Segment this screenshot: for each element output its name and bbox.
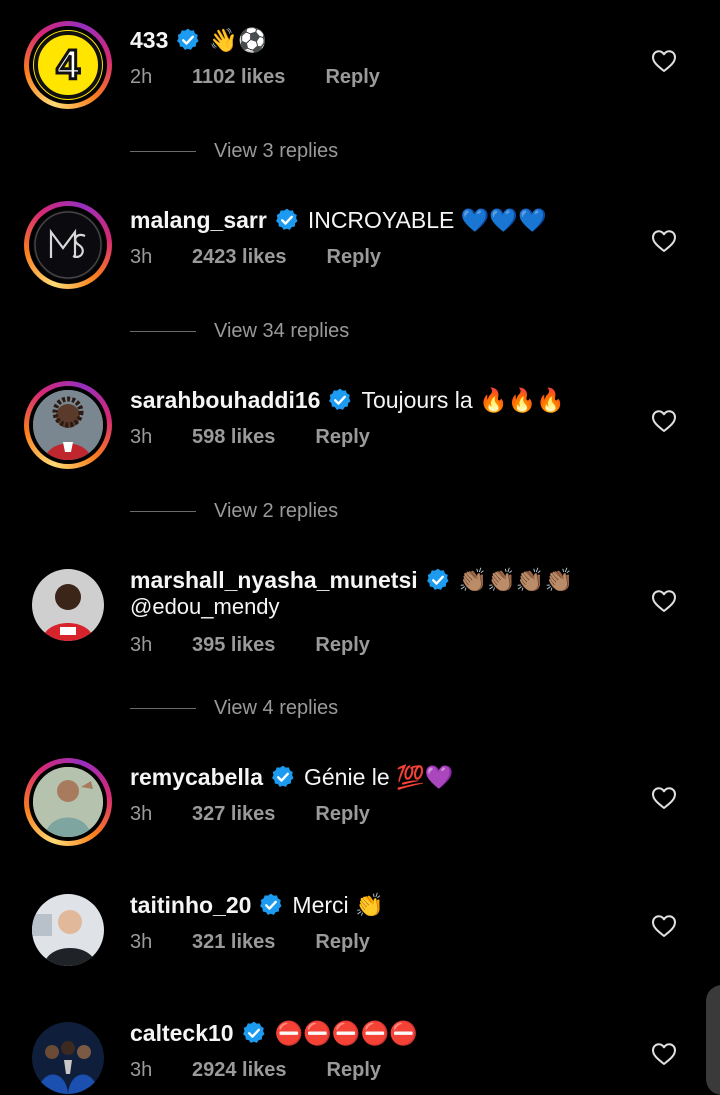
divider [130,331,196,332]
person-photo-icon [32,569,104,641]
logo-433-icon: 4 [34,31,102,99]
reply-button[interactable]: Reply [315,633,369,657]
comment-text: Merci 👏 [292,892,384,918]
comment-meta: 3h 2423 likes Reply [130,245,381,269]
reply-button[interactable]: Reply [325,65,379,89]
comment-time: 3h [130,1059,153,1081]
comment-meta: 3h 395 likes Reply [130,633,370,657]
verified-badge-icon [241,1020,267,1046]
view-replies-label: View 3 replies [214,140,339,162]
avatar[interactable] [32,569,104,641]
comment-meta: 2h 1102 likes Reply [130,65,380,89]
view-replies-label: View 4 replies [214,697,339,719]
username-link[interactable]: sarahbouhaddi16 [130,385,320,415]
username-link[interactable]: marshall_nyasha_munetsi [130,565,418,595]
reply-button[interactable]: Reply [327,245,381,269]
avatar[interactable] [24,381,112,469]
comment-header: remycabella Génie le 💯💜 [130,762,453,792]
view-replies-button[interactable]: View 4 replies [130,697,338,720]
ms-monogram-icon [34,211,102,279]
avatar[interactable] [32,1022,104,1094]
divider [130,151,196,152]
comment-time: 3h [130,246,153,268]
reply-button[interactable]: Reply [315,802,369,826]
avatar[interactable] [32,894,104,966]
username-link[interactable]: 433 [130,25,168,55]
avatar[interactable]: 4 [24,21,112,109]
comment-meta: 3h 327 likes Reply [130,802,370,826]
comment-text: Génie le 💯💜 [303,764,454,790]
team-photo-icon [32,1022,104,1094]
likes-count[interactable]: 327 likes [192,802,275,826]
verified-badge-icon [175,27,201,53]
username-link[interactable]: malang_sarr [130,205,267,235]
likes-count[interactable]: 598 likes [192,425,275,449]
like-heart-icon[interactable] [651,1042,677,1066]
comment-text-mention[interactable]: @edou_mendy [130,593,280,621]
like-heart-icon[interactable] [651,409,677,433]
view-replies-label: View 34 replies [214,320,350,342]
person-photo-icon [32,894,104,966]
likes-count[interactable]: 321 likes [192,930,275,954]
scroll-handle[interactable] [706,985,720,1095]
person-photo-icon [33,390,103,460]
view-replies-button[interactable]: View 34 replies [130,320,349,343]
comment-time: 3h [130,931,153,953]
reply-button[interactable]: Reply [315,930,369,954]
likes-count[interactable]: 395 likes [192,633,275,657]
view-replies-button[interactable]: View 3 replies [130,140,338,163]
comment-text: 👏🏽👏🏽👏🏽👏🏽 [458,567,574,593]
comment-header: marshall_nyasha_munetsi 👏🏽👏🏽👏🏽👏🏽 [130,565,573,595]
svg-text:4: 4 [56,41,80,88]
likes-count[interactable]: 2423 likes [192,245,287,269]
comment-text: 👋⚽ [209,27,267,53]
like-heart-icon[interactable] [651,49,677,73]
verified-badge-icon [425,567,451,593]
avatar[interactable] [24,758,112,846]
comment-time: 3h [130,803,153,825]
comment-time: 2h [130,66,153,88]
divider [130,511,196,512]
username-link[interactable]: calteck10 [130,1018,234,1048]
avatar[interactable] [24,201,112,289]
likes-count[interactable]: 1102 likes [192,65,285,89]
comment-text: ⛔⛔⛔⛔⛔ [274,1020,418,1046]
comment-header: 433 👋⚽ [130,25,267,55]
comment-time: 3h [130,426,153,448]
username-link[interactable]: taitinho_20 [130,890,251,920]
verified-badge-icon [270,764,296,790]
reply-button[interactable]: Reply [327,1058,381,1082]
comment-text: INCROYABLE 💙💙💙 [307,207,547,233]
comment-header: calteck10 ⛔⛔⛔⛔⛔ [130,1018,418,1048]
comment-time: 3h [130,634,153,656]
comment-meta: 3h 321 likes Reply [130,930,370,954]
divider [130,708,196,709]
likes-count[interactable]: 2924 likes [192,1058,287,1082]
like-heart-icon[interactable] [651,589,677,613]
username-link[interactable]: remycabella [130,762,263,792]
comment-header: malang_sarr INCROYABLE 💙💙💙 [130,205,547,235]
comment-text: Toujours la 🔥🔥🔥 [361,387,565,413]
verified-badge-icon [258,892,284,918]
comment-header: sarahbouhaddi16 Toujours la 🔥🔥🔥 [130,385,565,415]
verified-badge-icon [274,207,300,233]
verified-badge-icon [327,387,353,413]
like-heart-icon[interactable] [651,229,677,253]
comment-header: taitinho_20 Merci 👏 [130,890,384,920]
reply-button[interactable]: Reply [315,425,369,449]
comment-meta: 3h 2924 likes Reply [130,1058,381,1082]
view-replies-label: View 2 replies [214,500,339,522]
comment-meta: 3h 598 likes Reply [130,425,370,449]
person-photo-icon [33,767,103,837]
like-heart-icon[interactable] [651,786,677,810]
view-replies-button[interactable]: View 2 replies [130,500,338,523]
like-heart-icon[interactable] [651,914,677,938]
